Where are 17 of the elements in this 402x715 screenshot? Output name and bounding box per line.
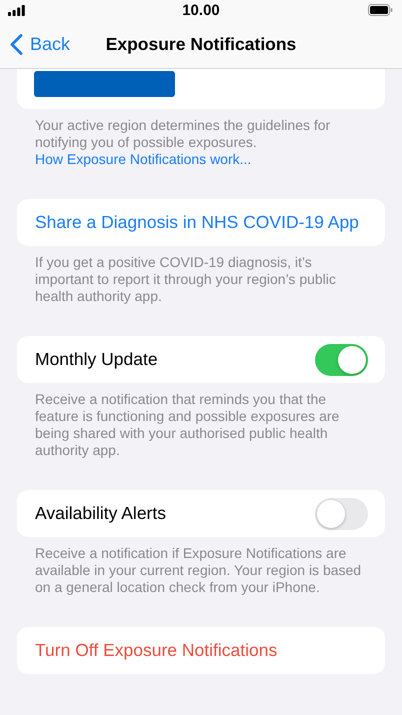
footer-text: Receive a notification that reminds you that the feature is functioning and possible exposures are being shared with your authorised public health authority app.: [34, 391, 340, 459]
turn-off-button[interactable]: Turn Off Exposure Notifications: [17, 627, 385, 674]
footer-text: Your active region determines the guidelines for notifying you of possible exposures. How Exposure Notifications work...: [34, 117, 332, 168]
footer-text: Receive a notification if Exposure Notifications are available in your current region. Your region is based on a general location check from your iPhone.: [34, 545, 362, 596]
battery-icon: [368, 4, 393, 16]
toggle-switch[interactable]: [315, 498, 368, 530]
toggle-switch[interactable]: [315, 344, 368, 376]
setting-label: Monthly Update: [35, 349, 158, 370]
share-diagnosis-button[interactable]: Share a Diagnosis in NHS COVID-19 App: [17, 199, 385, 246]
footer-text: If you get a positive COVID-19 diagnosis, it’s important to report it through your region’s public health authority app.: [34, 254, 337, 305]
signal-icon: [8, 4, 25, 16]
status-time: 10.00: [181, 2, 221, 19]
screen-title: Exposure Notifications: [104, 34, 298, 54]
help-link[interactable]: How Exposure Notifications work...: [35, 151, 252, 167]
chevron-left-icon: [10, 34, 23, 54]
back-button[interactable]: Back: [0, 34, 70, 54]
setting-label: Availability Alerts: [35, 503, 166, 524]
